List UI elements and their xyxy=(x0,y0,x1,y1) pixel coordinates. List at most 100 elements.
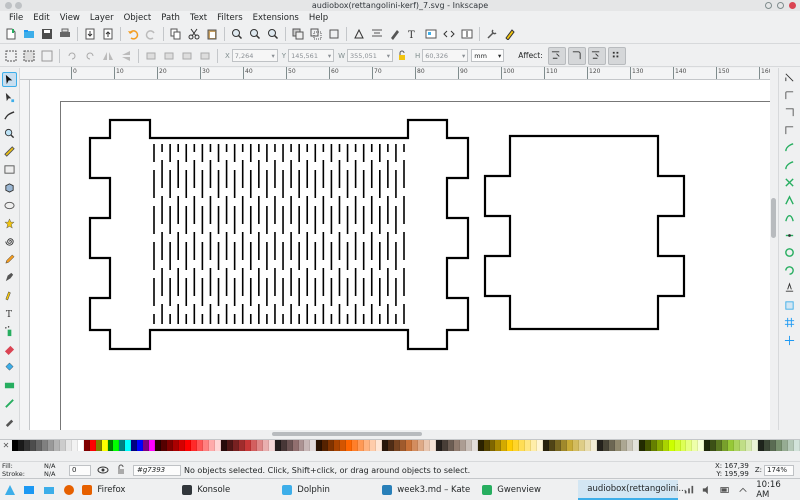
lower-to-bottom-icon[interactable] xyxy=(198,48,213,63)
import-icon[interactable] xyxy=(83,27,98,42)
selector-arrow-icon[interactable] xyxy=(2,71,17,87)
application-launcher-icon[interactable] xyxy=(0,481,20,499)
zoom-selection-icon[interactable] xyxy=(230,27,245,42)
snap-bbox-edge-icon[interactable] xyxy=(782,105,798,121)
task-firefox[interactable]: Firefox xyxy=(78,480,176,500)
undo-icon[interactable] xyxy=(126,27,141,42)
star-tool-icon[interactable] xyxy=(2,216,17,231)
box-panel-right[interactable] xyxy=(483,134,686,331)
open-icon[interactable] xyxy=(22,27,37,42)
box-panel-left[interactable] xyxy=(88,118,470,351)
scale-stroke-toggle[interactable] xyxy=(547,46,566,65)
unlink-clone-icon[interactable] xyxy=(327,27,342,42)
raise-icon[interactable] xyxy=(162,48,177,63)
cut-icon[interactable] xyxy=(187,27,202,42)
fill-stroke-icon[interactable] xyxy=(388,27,403,42)
copy-icon[interactable] xyxy=(169,27,184,42)
show-desktop-icon[interactable] xyxy=(20,481,40,499)
lock-icon[interactable] xyxy=(395,48,410,63)
ellipse-tool-icon[interactable] xyxy=(2,198,17,213)
zoom-tool-icon[interactable] xyxy=(2,126,17,141)
clock[interactable]: 10:16 AM xyxy=(756,480,794,500)
file-manager-icon[interactable] xyxy=(39,481,59,499)
menu-help[interactable]: Help xyxy=(304,13,333,23)
paint-bucket-icon[interactable] xyxy=(2,360,17,375)
volume-icon[interactable] xyxy=(702,485,712,495)
keep-above-icon[interactable] xyxy=(15,2,22,9)
snap-rotation-icon[interactable] xyxy=(782,263,798,279)
group-icon[interactable] xyxy=(352,27,367,42)
current-layer-select[interactable]: #g7393 xyxy=(133,464,181,476)
snap-guide-icon[interactable] xyxy=(782,333,798,349)
zoom-field[interactable]: 174% xyxy=(764,464,794,476)
task-konsole[interactable]: Konsole xyxy=(178,480,276,500)
horizontal-scrollbar[interactable] xyxy=(20,430,770,438)
vertical-scrollbar[interactable] xyxy=(770,68,778,430)
duplicate-icon[interactable] xyxy=(291,27,306,42)
rotate-cw-icon[interactable] xyxy=(83,48,98,63)
eraser-tool-icon[interactable] xyxy=(2,342,17,357)
lock-layer-icon[interactable] xyxy=(114,463,129,478)
menu-layer[interactable]: Layer xyxy=(85,13,119,23)
transform-patterns-toggle[interactable] xyxy=(607,46,626,65)
save-icon[interactable] xyxy=(40,27,55,42)
preferences-icon[interactable] xyxy=(485,27,500,42)
tray-expand-icon[interactable] xyxy=(738,485,748,495)
snap-center-icon[interactable] xyxy=(782,245,798,261)
menu-extensions[interactable]: Extensions xyxy=(248,13,304,23)
color-swatch[interactable] xyxy=(793,440,800,451)
text-font-icon[interactable]: T xyxy=(406,27,421,42)
maximize-button[interactable] xyxy=(777,2,784,9)
network-icon[interactable] xyxy=(684,485,694,495)
print-icon[interactable] xyxy=(58,27,73,42)
unit-select[interactable]: mm ▾ xyxy=(471,49,505,62)
fill-stroke-indicator[interactable]: Fill: Stroke: N/A N/A xyxy=(0,462,66,479)
paste-icon[interactable] xyxy=(205,27,220,42)
rectangle-tool-icon[interactable] xyxy=(2,162,17,177)
spray-tool-icon[interactable] xyxy=(2,324,17,339)
menu-object[interactable]: Object xyxy=(119,13,157,23)
dropper-tool-icon[interactable] xyxy=(2,414,17,429)
y-field[interactable]: 145,561 ▾ xyxy=(288,49,335,62)
firefox-launcher-icon[interactable] xyxy=(59,481,79,499)
menu-text[interactable]: Text xyxy=(185,13,212,23)
minimize-button[interactable] xyxy=(765,2,772,9)
snap-page-border-icon[interactable] xyxy=(782,298,798,314)
close-button[interactable] xyxy=(789,2,796,9)
clone-icon[interactable] xyxy=(309,27,324,42)
drawing-canvas[interactable] xyxy=(30,80,770,430)
text-tool-icon[interactable]: T xyxy=(2,306,17,321)
select-all-icon[interactable] xyxy=(4,48,19,63)
gradient-tool-icon[interactable] xyxy=(2,378,17,393)
export-icon[interactable] xyxy=(101,27,116,42)
node-tool-icon[interactable] xyxy=(2,90,17,105)
pen-tool-icon[interactable] xyxy=(2,270,17,285)
layers-icon[interactable] xyxy=(424,27,439,42)
calligraphy-tool-icon[interactable] xyxy=(2,288,17,303)
snap-bbox-corner-icon[interactable] xyxy=(782,123,798,139)
select-all-layers-icon[interactable] xyxy=(22,48,37,63)
tweak-tool-icon[interactable] xyxy=(2,108,17,123)
snap-grid-icon[interactable] xyxy=(782,315,798,331)
redo-icon[interactable] xyxy=(144,27,159,42)
rotate-ccw-icon[interactable] xyxy=(65,48,80,63)
deselect-icon[interactable] xyxy=(40,48,55,63)
lower-icon[interactable] xyxy=(180,48,195,63)
task-gwenview[interactable]: Gwenview xyxy=(478,480,576,500)
snap-cusp-icon[interactable] xyxy=(782,193,798,209)
window-menu-icon[interactable] xyxy=(5,2,12,9)
snap-bbox-icon[interactable] xyxy=(782,88,798,104)
snap-smooth-icon[interactable] xyxy=(782,210,798,226)
pencil-tool-icon[interactable] xyxy=(2,252,17,267)
task-dolphin[interactable]: Dolphin xyxy=(278,480,376,500)
eye-icon[interactable] xyxy=(96,463,111,478)
ungroup-icon[interactable] xyxy=(370,27,385,42)
snap-intersection-icon[interactable] xyxy=(782,175,798,191)
menu-file[interactable]: File xyxy=(4,13,28,23)
flip-horizontal-icon[interactable] xyxy=(101,48,116,63)
snap-midpoint-icon[interactable] xyxy=(782,228,798,244)
measure-tool-icon[interactable] xyxy=(2,144,17,159)
opacity-field[interactable]: 0 xyxy=(69,464,91,476)
no-paint-swatch[interactable]: ✕ xyxy=(0,440,12,451)
task-kate[interactable]: week3.md – Kate xyxy=(378,480,476,500)
